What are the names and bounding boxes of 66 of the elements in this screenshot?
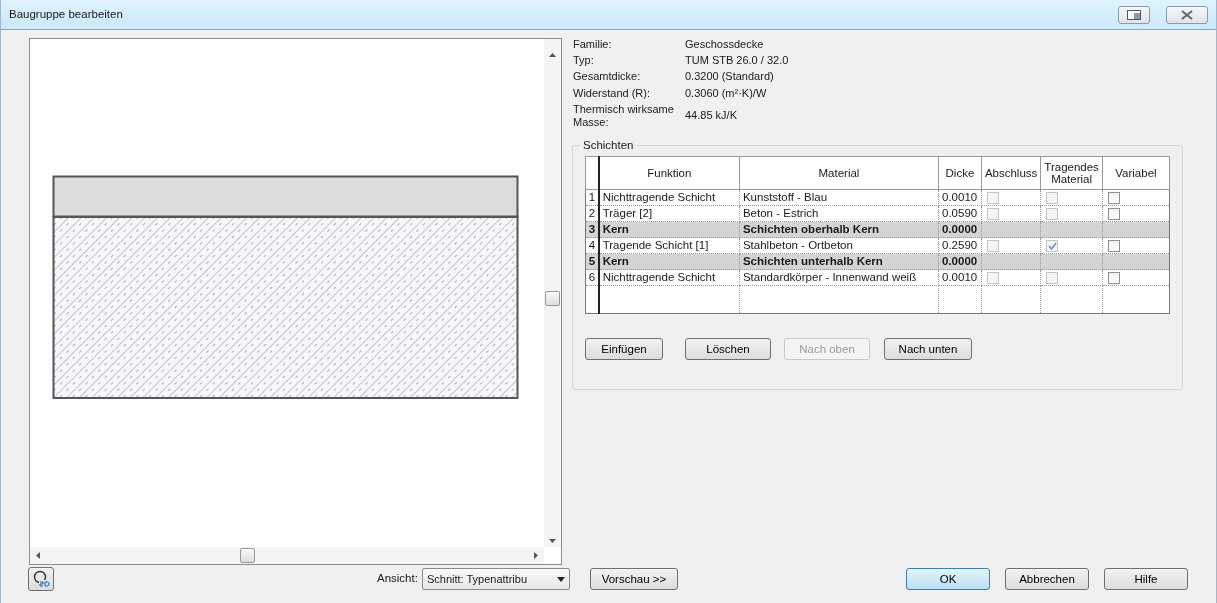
property-label: Typ: — [573, 54, 595, 68]
layer-button[interactable]: Löschen — [685, 338, 771, 361]
column-header: Abschluss — [981, 156, 1041, 190]
close-icon — [1181, 9, 1193, 20]
table-cell: Schichten unterhalb Kern — [739, 253, 939, 270]
property-label: Gesamtdicke: — [573, 70, 642, 84]
column-header: Funktion — [598, 156, 740, 190]
checkbox[interactable] — [1107, 272, 1120, 285]
column-header: Variabel — [1102, 156, 1170, 190]
layer-button[interactable]: Einfügen — [585, 338, 663, 361]
restore-button[interactable] — [1118, 5, 1150, 24]
window-title: Baugruppe bearbeiten — [9, 6, 123, 22]
scroll-up-icon[interactable] — [549, 53, 556, 57]
table-cell: Träger [2] — [598, 205, 740, 222]
property-value: 0.3200 (Standard) — [685, 70, 775, 84]
dialog-button[interactable]: Abbrechen — [1005, 568, 1089, 590]
table-cell: Beton - Estrich — [739, 205, 939, 222]
dropdown-arrow-icon — [556, 576, 565, 582]
close-button[interactable] — [1166, 5, 1208, 24]
property-label: Thermisch wirksame Masse: — [573, 102, 675, 130]
dialog-button[interactable]: Hilfe — [1104, 568, 1188, 590]
2d-toggle-button[interactable] — [28, 567, 54, 591]
preview-button[interactable]: Vorschau >> — [589, 568, 678, 590]
column-header: Dicke — [938, 156, 982, 190]
scroll-left-icon[interactable] — [36, 552, 40, 559]
property-value: Geschossdecke — [685, 38, 765, 52]
view-dropdown[interactable]: Schnitt: Typenattribu — [421, 568, 570, 590]
vertical-scrollbar[interactable] — [544, 39, 561, 547]
table-cell: 0.0010 — [938, 189, 982, 206]
property-value: 44.85 kJ/K — [685, 109, 738, 123]
view-label: Ansicht: — [377, 571, 418, 587]
column-header: Tragendes Material — [1040, 156, 1103, 190]
table-cell: Standardkörper - Innenwand weiß — [739, 269, 939, 286]
checkbox[interactable] — [1107, 192, 1120, 205]
property-value: 0.3060 (m²·K)/W — [685, 86, 768, 100]
scroll-thumb[interactable] — [240, 548, 255, 563]
table-cell: 0.0590 — [938, 205, 982, 222]
property-label: Widerstand (R): — [573, 86, 652, 100]
checkbox[interactable] — [1107, 240, 1120, 253]
table-cell: Kunststoff - Blau — [739, 189, 939, 206]
row-number: 1 — [585, 189, 599, 206]
horizontal-scrollbar[interactable] — [30, 547, 544, 564]
table-cell: Stahlbeton - Ortbeton — [739, 237, 939, 254]
column-header: Material — [739, 156, 939, 190]
table-cell: Kern — [598, 221, 740, 238]
window-icon — [1127, 9, 1141, 20]
scroll-right-icon[interactable] — [534, 552, 538, 559]
view-2d-icon — [32, 570, 50, 588]
dialog-button[interactable]: OK — [906, 568, 990, 590]
table-cell: 0.2590 — [938, 237, 982, 254]
checkbox[interactable] — [1107, 208, 1120, 221]
table-cell: 0.0000 — [938, 253, 982, 270]
table-cell: Nichttragende Schicht — [598, 189, 740, 206]
property-label: Familie: — [573, 38, 613, 52]
layer-button[interactable]: Nach unten — [884, 338, 972, 361]
table-cell: Tragende Schicht [1] — [598, 237, 740, 254]
table-cell: Kern — [598, 253, 740, 270]
scroll-down-icon[interactable] — [549, 539, 556, 543]
table-cell: 0.0000 — [938, 221, 982, 238]
table-cell: Nichttragende Schicht — [598, 269, 740, 286]
row-number: 6 — [585, 269, 599, 286]
table-cell: Schichten oberhalb Kern — [739, 221, 939, 238]
table-cell: 0.0010 — [938, 269, 982, 286]
scroll-thumb[interactable] — [545, 290, 560, 306]
corner-cell — [585, 156, 599, 190]
property-value: TUM STB 26.0 / 32.0 — [685, 54, 790, 68]
